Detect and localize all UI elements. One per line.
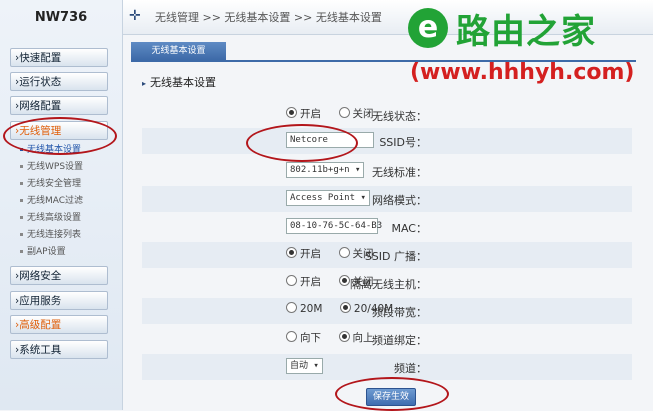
sidebar-item-wireless[interactable]: ›无线管理	[10, 121, 108, 140]
plus-icon: ✛	[129, 8, 141, 24]
bullet-icon	[20, 233, 23, 236]
ssid-input[interactable]: Netcore	[286, 132, 374, 148]
radio-isolation-on[interactable]	[286, 275, 297, 286]
sidebar-subitem-mac-filter[interactable]: 无线MAC过滤	[20, 195, 83, 208]
device-model: NW736	[34, 10, 88, 25]
field-label: 无线标准：	[372, 166, 427, 179]
save-button[interactable]: 保存生效	[366, 388, 416, 406]
tab-wireless-basic[interactable]: 无线基本设置	[131, 42, 226, 60]
bullet-icon	[20, 148, 23, 151]
radio-bandwidth-20[interactable]	[286, 302, 297, 313]
radio-wireless-on[interactable]	[286, 107, 297, 118]
radio-isolation-off[interactable]	[338, 275, 350, 286]
bullet-icon	[20, 250, 23, 253]
row-channel: 频道： 自动 ▾	[142, 354, 632, 380]
row-channel-bind: 频道绑定： 向下 向上	[142, 326, 632, 352]
radio-channel-up[interactable]	[338, 331, 350, 342]
logo-url: (www.hhhyh.com)	[410, 60, 635, 85]
sidebar-item-services[interactable]: ›应用服务	[10, 291, 108, 310]
row-ssid: SSID号： Netcore	[142, 128, 632, 154]
tab-underline	[131, 60, 636, 62]
sidebar-subitem-connections[interactable]: 无线连接列表	[20, 229, 81, 242]
sidebar-item-network[interactable]: ›网络配置	[10, 96, 108, 115]
sidebar-item-tools[interactable]: ›系统工具	[10, 340, 108, 359]
section-title: ▸ 无线基本设置	[142, 76, 217, 89]
sidebar-item-security[interactable]: ›网络安全	[10, 266, 108, 285]
watermark-logo: e 路由之家 (www.hhhyh.com)	[400, 2, 645, 96]
sidebar: NW736 ›快速配置 ›运行状态 ›网络配置 ›无线管理 无线基本设置 无线W…	[0, 0, 123, 410]
arrow-icon: ▸	[142, 79, 147, 88]
row-wireless-status: 无线状态： 开启 关闭	[142, 102, 632, 128]
row-ssid-broadcast: SSID 广播： 开启 关闭	[142, 242, 632, 268]
sidebar-item-advanced[interactable]: ›高级配置	[10, 315, 108, 334]
row-bandwidth: 频段带宽： 20M 20/40M	[142, 298, 632, 324]
bullet-icon	[20, 165, 23, 168]
field-label: SSID号：	[379, 136, 427, 149]
logo-name: 路由之家	[456, 12, 596, 52]
field-label: MAC：	[391, 222, 427, 235]
sidebar-subitem-advanced[interactable]: 无线高级设置	[20, 212, 81, 225]
mode-select[interactable]: Access Point ▾	[286, 190, 370, 206]
standard-select[interactable]: 802.11b+g+n ▾	[286, 162, 365, 178]
radio-wireless-off[interactable]	[338, 107, 350, 118]
sidebar-subitem-security[interactable]: 无线安全管理	[20, 178, 81, 191]
row-mac: MAC： 08-10-76-5C-64-B3	[142, 214, 632, 240]
mac-input[interactable]: 08-10-76-5C-64-B3	[286, 218, 382, 234]
bullet-icon	[20, 216, 23, 219]
logo-e-icon: e	[408, 8, 448, 48]
row-mode: 网络模式： Access Point ▾	[142, 186, 632, 212]
sidebar-subitem-sub-ap[interactable]: 副AP设置	[20, 246, 66, 259]
sidebar-item-status[interactable]: ›运行状态	[10, 72, 108, 91]
field-label: 频道：	[394, 362, 427, 375]
bullet-icon	[20, 182, 23, 185]
radio-bandwidth-20-40[interactable]	[339, 302, 351, 313]
radio-channel-down[interactable]	[286, 331, 297, 342]
radio-broadcast-off[interactable]	[338, 247, 350, 258]
sidebar-subitem-wireless-basic[interactable]: 无线基本设置	[20, 144, 81, 157]
sidebar-subitem-wps[interactable]: 无线WPS设置	[20, 161, 83, 174]
row-isolation: 隔离无线主机： 开启 关闭	[142, 270, 632, 296]
radio-broadcast-on[interactable]	[286, 247, 297, 258]
field-label: 网络模式：	[372, 194, 427, 207]
channel-select[interactable]: 自动 ▾	[286, 358, 323, 374]
sidebar-item-quick-setup[interactable]: ›快速配置	[10, 48, 108, 67]
bullet-icon	[20, 199, 23, 202]
breadcrumb: 无线管理 >> 无线基本设置 >> 无线基本设置	[155, 11, 382, 24]
row-standard: 无线标准： 802.11b+g+n ▾	[142, 158, 632, 184]
